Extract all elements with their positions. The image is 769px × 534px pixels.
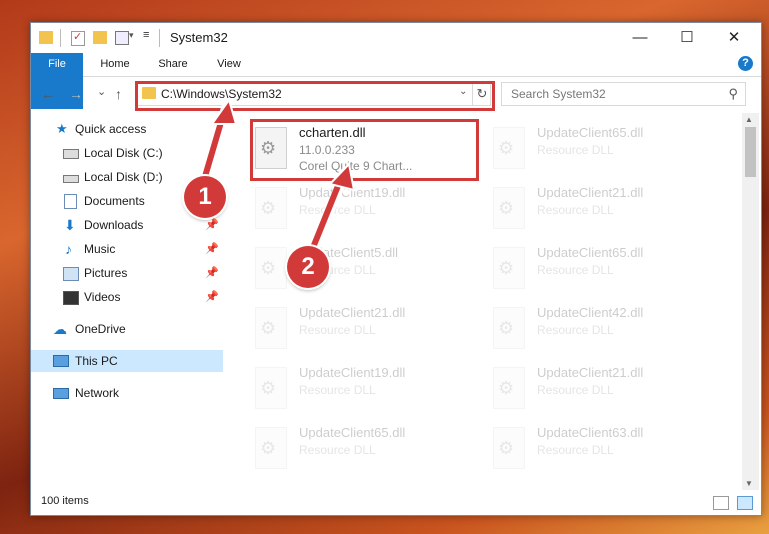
arrow-2-head — [328, 161, 356, 192]
callout-one: 1 — [184, 176, 226, 218]
annotation-arrows — [199, 97, 356, 260]
arrow-2-shaft — [307, 173, 345, 258]
callout-two: 2 — [287, 246, 329, 288]
